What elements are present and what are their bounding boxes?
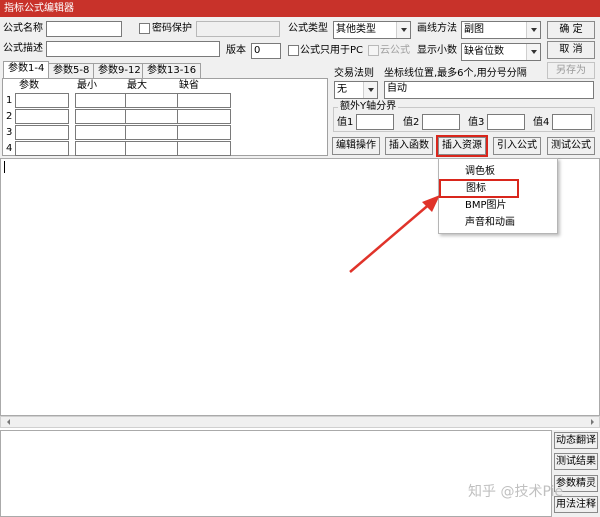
tab-params-1-4[interactable]: 参数1-4 [3, 61, 50, 79]
output-panel[interactable] [0, 430, 552, 517]
value4-input[interactable] [552, 114, 592, 130]
formula-name-input[interactable] [46, 21, 122, 37]
decimal-label: 显示小数 [417, 45, 457, 56]
param-row-number: 2 [6, 111, 13, 122]
trade-rule-label: 交易法则 [334, 68, 374, 79]
param-min-input[interactable] [75, 141, 129, 156]
dynamic-translate-button[interactable]: 动态翻译 [554, 432, 598, 449]
cloud-formula-checkbox[interactable] [368, 45, 379, 56]
param-header-max: 最大 [127, 80, 147, 91]
tab-params-5-8[interactable]: 参数5-8 [48, 63, 95, 78]
chevron-down-icon[interactable] [526, 44, 540, 60]
params-panel: 参数 最小 最大 缺省 1 2 3 4 [2, 78, 328, 156]
value2-input[interactable] [422, 114, 460, 130]
draw-method-select[interactable]: 副图 [461, 21, 541, 39]
param-default-input[interactable] [177, 93, 231, 108]
decimal-value: 缺省位数 [464, 46, 504, 57]
insert-resource-button[interactable]: 插入资源 [436, 135, 488, 157]
value3-input[interactable] [487, 114, 525, 130]
scroll-right-icon [591, 419, 594, 425]
chevron-down-icon[interactable] [396, 22, 410, 38]
param-header-min: 最小 [77, 80, 97, 91]
param-name-input[interactable] [15, 109, 69, 124]
watermark: 知乎 @技术Pie [468, 484, 564, 500]
cancel-button[interactable]: 取 消 [547, 41, 595, 59]
value1-input[interactable] [356, 114, 394, 130]
ok-button[interactable]: 确 定 [547, 21, 595, 39]
cloud-formula-label: 云公式 [380, 45, 410, 56]
test-result-button[interactable]: 测试结果 [554, 453, 598, 470]
version-input[interactable]: 0 [251, 43, 281, 59]
menu-item-palette[interactable]: 调色板 [439, 163, 557, 180]
text-caret [4, 161, 5, 173]
pc-only-label: 公式只用于PC [300, 45, 364, 56]
insert-resource-menu: 调色板 图标 BMP图片 声音和动画 [438, 158, 558, 234]
extra-y-axis-label: 额外Y轴分界 [338, 101, 399, 113]
draw-method-value: 副图 [464, 24, 484, 35]
param-default-input[interactable] [177, 109, 231, 124]
value4-label: 值4 [533, 117, 550, 128]
formula-desc-input[interactable] [46, 41, 220, 57]
value2-label: 值2 [403, 117, 420, 128]
version-label: 版本 [226, 45, 246, 56]
param-min-input[interactable] [75, 93, 129, 108]
side-button-panel: 动态翻译 测试结果 参数精灵 用法注释 [552, 430, 600, 517]
param-header-default: 缺省 [179, 80, 199, 91]
decimal-select[interactable]: 缺省位数 [461, 43, 541, 61]
chevron-down-icon[interactable] [363, 82, 377, 98]
param-default-input[interactable] [177, 141, 231, 156]
param-row-number: 4 [6, 143, 13, 154]
param-max-input[interactable] [125, 141, 179, 156]
param-name-input[interactable] [15, 125, 69, 140]
scroll-arrows [7, 419, 594, 425]
annotation-arrow-icon [349, 195, 440, 273]
value1-label: 值1 [337, 117, 354, 128]
formula-name-label: 公式名称 [3, 23, 43, 34]
window-title: 指标公式编辑器 [0, 0, 600, 17]
test-formula-button[interactable]: 测试公式 [547, 137, 595, 155]
value3-label: 值3 [468, 117, 485, 128]
trade-rule-select[interactable]: 无 [334, 81, 378, 99]
password-label: 密码保护 [152, 23, 192, 34]
tab-params-9-12[interactable]: 参数9-12 [93, 63, 146, 78]
save-as-button[interactable]: 另存为 [547, 62, 595, 79]
menu-item-sound-animation[interactable]: 声音和动画 [439, 214, 557, 231]
param-max-input[interactable] [125, 109, 179, 124]
chevron-down-icon[interactable] [526, 22, 540, 38]
trade-rule-value: 无 [337, 84, 347, 95]
formula-form: 公式名称 密码保护 公式类型 其他类型 画线方法 副图 确 定 公式描述 版本 … [0, 17, 600, 158]
tab-params-13-16[interactable]: 参数13-16 [142, 63, 202, 78]
password-checkbox[interactable] [139, 23, 150, 34]
param-max-input[interactable] [125, 125, 179, 140]
formula-desc-label: 公式描述 [3, 43, 43, 54]
menu-item-bmp[interactable]: BMP图片 [439, 197, 557, 214]
formula-type-value: 其他类型 [336, 24, 376, 35]
param-name-input[interactable] [15, 93, 69, 108]
password-input[interactable] [196, 21, 280, 37]
param-min-input[interactable] [75, 109, 129, 124]
param-max-input[interactable] [125, 93, 179, 108]
axis-position-label: 坐标线位置,最多6个,用分号分隔 [384, 68, 527, 79]
axis-position-input[interactable]: 自动 [384, 81, 594, 99]
param-min-input[interactable] [75, 125, 129, 140]
horizontal-scrollbar[interactable] [0, 416, 600, 428]
param-name-input[interactable] [15, 141, 69, 156]
draw-method-label: 画线方法 [417, 23, 457, 34]
import-formula-button[interactable]: 引入公式 [493, 137, 541, 155]
scroll-left-icon [7, 419, 10, 425]
pc-only-checkbox[interactable] [288, 45, 299, 56]
param-row-number: 3 [6, 127, 13, 138]
formula-type-label: 公式类型 [288, 23, 328, 34]
edit-ops-button[interactable]: 编辑操作 [332, 137, 380, 155]
param-header-name: 参数 [19, 80, 39, 91]
param-row-number: 1 [6, 95, 13, 106]
menu-item-icon[interactable]: 图标 [439, 179, 519, 198]
formula-type-select[interactable]: 其他类型 [333, 21, 411, 39]
param-default-input[interactable] [177, 125, 231, 140]
insert-function-button[interactable]: 插入函数 [385, 137, 433, 155]
